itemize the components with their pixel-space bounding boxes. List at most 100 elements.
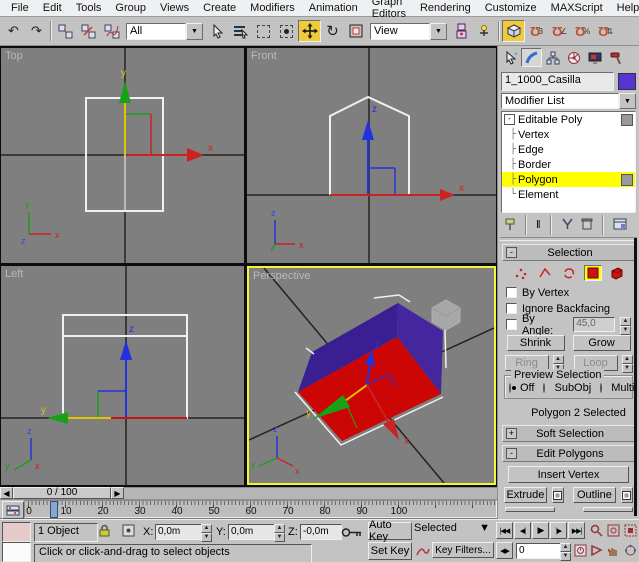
preview-multi-radio[interactable] [600, 383, 602, 393]
next-frame-button[interactable]: |▶ [550, 522, 567, 539]
hierarchy-tab-icon[interactable] [542, 48, 563, 67]
bind-to-space-warp-icon[interactable] [100, 20, 123, 42]
shrink-button[interactable]: Shrink [507, 335, 565, 351]
modifier-list-arrow-icon[interactable]: ▼ [619, 93, 636, 109]
collapse-icon[interactable]: - [504, 114, 515, 125]
reference-coordinate-arrow-icon[interactable]: ▼ [430, 23, 447, 40]
menu-modifiers[interactable]: Modifiers [243, 1, 302, 15]
percent-snap-toggle-icon[interactable]: Ω% [571, 20, 594, 42]
vertex-mode-icon[interactable] [512, 265, 530, 281]
zoom-region-icon[interactable] [588, 542, 605, 559]
mini-curve-editor-icon[interactable] [2, 501, 24, 519]
menu-maxscript[interactable]: MAXScript [544, 1, 610, 15]
select-and-move-icon[interactable] [298, 20, 321, 42]
play-button[interactable]: ▶ [532, 522, 549, 539]
angle-snap-3d-icon[interactable]: Ω3 [525, 20, 548, 42]
stack-item-editable-poly[interactable]: - Editable Poly [502, 112, 635, 127]
cropped-button[interactable] [583, 507, 633, 512]
preview-off-radio[interactable] [509, 383, 511, 393]
pan-hand-icon[interactable] [605, 542, 622, 559]
y-coord-spinner[interactable]: ▲▼ [274, 524, 285, 539]
viewport-front-label[interactable]: Front [251, 50, 277, 62]
object-color-swatch[interactable] [618, 73, 636, 90]
frame-spinner[interactable]: ▲▼ [560, 543, 571, 558]
viewport-front-canvas[interactable]: z x z x [247, 48, 496, 263]
edge-mode-icon[interactable] [536, 265, 554, 281]
outline-settings-icon[interactable] [621, 487, 633, 503]
make-unique-icon[interactable] [561, 218, 574, 233]
element-mode-icon[interactable] [608, 265, 626, 281]
track-bar-ruler[interactable]: 0 10 20 30 40 50 60 70 80 90 100 [24, 500, 497, 518]
viewport-front[interactable]: Front z x [247, 48, 496, 263]
remove-modifier-icon[interactable] [581, 217, 593, 233]
absolute-offset-mode-icon[interactable] [120, 522, 137, 539]
viewport-perspective[interactable]: Perspective [247, 266, 496, 485]
border-mode-icon[interactable] [560, 265, 578, 281]
viewport-top[interactable]: Top y x [1, 48, 244, 263]
by-vertex-checkbox[interactable] [506, 287, 517, 298]
current-frame-field[interactable]: 0 [516, 543, 562, 559]
cropped-button[interactable] [505, 507, 555, 512]
menu-customize[interactable]: Customize [478, 1, 544, 15]
stack-item-border[interactable]: ├Border [502, 157, 635, 172]
stack-onoff-icon[interactable] [621, 114, 633, 126]
show-end-result-icon[interactable]: ‖ [536, 219, 541, 231]
key-filters-button[interactable]: Key Filters... [432, 542, 494, 558]
x-coord-spinner[interactable]: ▲▼ [201, 524, 212, 539]
x-coord-field[interactable]: 0,0m [155, 524, 203, 540]
stack-item-edge[interactable]: ├Edge [502, 142, 635, 157]
ignore-backfacing-checkbox[interactable] [506, 303, 517, 314]
snaps-toggle-icon[interactable] [502, 20, 525, 42]
viewport-perspective-label[interactable]: Perspective [253, 270, 310, 282]
spinner-snap-toggle-icon[interactable]: Ω⇅ [594, 20, 617, 42]
default-tangent-icon[interactable] [414, 542, 431, 559]
by-angle-field[interactable]: 45,0 [573, 317, 615, 332]
move-gizmo[interactable]: y x [119, 68, 213, 162]
zoom-icon[interactable] [588, 522, 605, 539]
menu-animation[interactable]: Animation [302, 1, 365, 15]
motion-tab-icon[interactable] [563, 48, 584, 67]
panel-scrollbar[interactable] [634, 238, 637, 516]
viewport-top-canvas[interactable]: y x y x z [1, 48, 244, 263]
by-angle-checkbox[interactable] [506, 319, 517, 330]
menu-group[interactable]: Group [108, 1, 153, 15]
extrude-button[interactable]: Extrude [504, 487, 547, 503]
z-coord-field[interactable]: -0,0m [300, 524, 342, 540]
selection-filter-dropdown[interactable]: All ▼ [126, 23, 203, 40]
ring-spinner[interactable]: ▲▼ [553, 355, 564, 370]
window-crossing-icon[interactable] [275, 20, 298, 42]
menu-views[interactable]: Views [153, 1, 196, 15]
select-object-icon[interactable] [206, 20, 229, 42]
by-angle-spinner[interactable]: ▲▼ [620, 317, 631, 332]
keyboard-shortcut-override-icon[interactable] [340, 524, 364, 541]
use-pivot-point-center-icon[interactable] [450, 20, 473, 42]
loop-spinner[interactable]: ▲▼ [622, 355, 633, 370]
configure-modifier-sets-icon[interactable] [613, 218, 627, 233]
viewport-left-label[interactable]: Left [5, 268, 23, 280]
time-slider-left-arrow[interactable]: ◀ [0, 487, 13, 499]
mini-listener-pane[interactable] [2, 542, 31, 562]
viewport-top-label[interactable]: Top [5, 50, 23, 62]
select-by-name-icon[interactable] [229, 20, 252, 42]
modifier-list-dropdown[interactable]: Modifier List ▼ [501, 93, 636, 109]
select-and-scale-icon[interactable] [344, 20, 367, 42]
outline-button[interactable]: Outline [573, 487, 616, 503]
macro-recorder-pane[interactable] [2, 522, 31, 542]
arc-rotate-icon[interactable] [622, 542, 639, 559]
key-filter-arrow-icon[interactable]: ▼ [479, 522, 490, 540]
undo-icon[interactable]: ↶ [2, 20, 25, 42]
go-to-end-button[interactable]: ▶▶| [568, 522, 585, 539]
soft-selection-rollout-header[interactable]: + Soft Selection [502, 425, 635, 442]
create-tab-icon[interactable] [500, 48, 521, 67]
set-key-button[interactable]: Set Key [368, 542, 412, 560]
stack-item-vertex[interactable]: ├Vertex [502, 127, 635, 142]
key-mode-toggle-icon[interactable]: ◀▶ [496, 542, 513, 559]
angle-snap-toggle-icon[interactable]: Ω∠ [548, 20, 571, 42]
viewport-left-canvas[interactable]: z y z y x [1, 266, 244, 485]
object-name-field[interactable]: 1_1000_Casilla [501, 72, 614, 91]
insert-vertex-button[interactable]: Insert Vertex [508, 466, 629, 483]
select-and-link-icon[interactable] [54, 20, 77, 42]
time-slider-right-arrow[interactable]: ▶ [111, 487, 124, 499]
pin-stack-icon[interactable] [504, 217, 516, 234]
select-and-manipulate-icon[interactable] [473, 20, 496, 42]
